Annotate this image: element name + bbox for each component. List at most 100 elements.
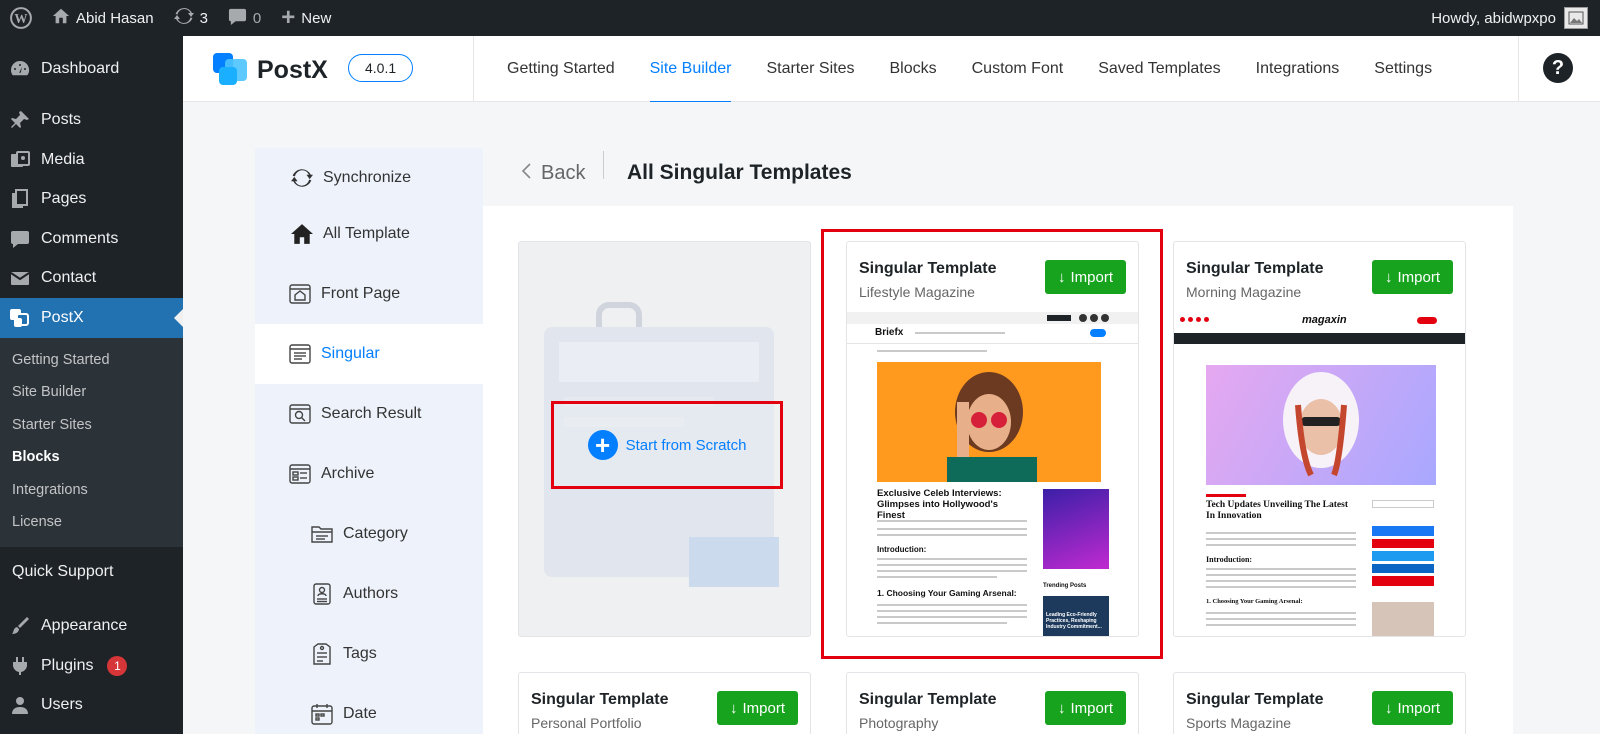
sidebar-item-search-result[interactable]: Search Result: [255, 384, 483, 444]
import-button[interactable]: ↓ Import: [717, 691, 798, 725]
admin-bar: W Abid Hasan 3 0 + New Howdy, abidwpxpo: [0, 0, 1600, 36]
menu-media[interactable]: Media: [0, 140, 183, 180]
tab-blocks[interactable]: Blocks: [889, 36, 936, 102]
submenu-license[interactable]: License: [0, 506, 183, 539]
template-preview-morning: magaxin Tech Updates Unveiling The Lates…: [1174, 312, 1465, 636]
menu-postx-label: PostX: [41, 308, 84, 326]
header-divider: [473, 36, 474, 102]
template-card-photography[interactable]: Singular Template Photography ↓ Import: [846, 672, 1139, 734]
menu-appearance-label: Appearance: [41, 617, 128, 635]
sidebar-item-date[interactable]: Date: [255, 684, 483, 734]
import-button[interactable]: ↓ Import: [1372, 260, 1453, 294]
tag-icon: [311, 643, 333, 665]
menu-pages[interactable]: Pages: [0, 180, 183, 220]
start-from-scratch-card[interactable]: + Start from Scratch: [518, 241, 811, 637]
sidebar-item-all-template[interactable]: All Template: [255, 204, 483, 264]
menu-posts[interactable]: Posts: [0, 101, 183, 141]
template-card-sports-magazine[interactable]: Singular Template Sports Magazine ↓ Impo…: [1173, 672, 1466, 734]
menu-comments[interactable]: Comments: [0, 219, 183, 259]
help-divider: [1518, 36, 1519, 102]
back-button[interactable]: Back: [521, 153, 585, 193]
postx-logo[interactable]: PostX: [213, 53, 328, 87]
plus-icon: +: [281, 4, 296, 31]
pushpin-icon: [9, 109, 31, 131]
sidebar-item-tags[interactable]: Tags: [255, 624, 483, 684]
menu-contact-label: Contact: [41, 269, 97, 287]
wordpress-logo-icon[interactable]: W: [0, 0, 42, 36]
help-icon[interactable]: ?: [1543, 53, 1573, 83]
tab-custom-font[interactable]: Custom Font: [972, 36, 1064, 102]
template-card-personal-portfolio[interactable]: Singular Template Personal Portfolio ↓ I…: [518, 672, 811, 734]
menu-dashboard-label: Dashboard: [41, 59, 120, 77]
menu-appearance[interactable]: Appearance: [0, 607, 183, 647]
postx-logo-text: PostX: [257, 55, 328, 84]
menu-users-label: Users: [41, 696, 83, 714]
admin-menu: Dashboard Posts Media Pages Comments Con…: [0, 36, 183, 734]
sidebar-item-front-page[interactable]: Front Page: [255, 264, 483, 324]
author-icon: [311, 583, 333, 605]
sidebar-item-authors[interactable]: Authors: [255, 564, 483, 624]
postx-icon: [9, 307, 31, 329]
comments-link[interactable]: 0: [218, 0, 271, 36]
chevron-left-icon: [521, 162, 533, 185]
tab-site-builder[interactable]: Site Builder: [649, 36, 731, 103]
sidebar-item-category[interactable]: Category: [255, 504, 483, 564]
menu-plugins[interactable]: Plugins 1: [0, 646, 183, 686]
howdy-text: Howdy, abidwpxpo: [1431, 9, 1556, 27]
sidebar-label-singular: Singular: [321, 345, 380, 362]
start-from-scratch-button[interactable]: + Start from Scratch: [551, 401, 783, 489]
menu-dashboard[interactable]: Dashboard: [0, 49, 183, 89]
users-icon: [9, 694, 31, 716]
folder-icon: [311, 523, 333, 545]
submenu-starter-sites[interactable]: Starter Sites: [0, 409, 183, 442]
my-account[interactable]: Howdy, abidwpxpo: [1431, 7, 1600, 29]
import-button[interactable]: ↓ Import: [1372, 691, 1453, 725]
comments-count: 0: [252, 9, 262, 27]
import-button[interactable]: ↓ Import: [1045, 691, 1126, 725]
site-name-link[interactable]: Abid Hasan: [42, 0, 164, 36]
card-subtitle: Morning Magazine: [1186, 284, 1302, 300]
submenu-integrations[interactable]: Integrations: [0, 474, 183, 507]
quick-support-link[interactable]: Quick Support: [0, 546, 183, 597]
comments-icon: [9, 228, 31, 250]
comment-bubble-icon: [228, 7, 247, 30]
page-title: All Singular Templates: [627, 161, 852, 184]
submenu-getting-started[interactable]: Getting Started: [0, 344, 183, 377]
submenu-blocks[interactable]: Blocks: [0, 441, 183, 474]
tab-settings[interactable]: Settings: [1374, 36, 1432, 102]
plus-circle-icon: +: [587, 430, 618, 460]
tab-starter-sites[interactable]: Starter Sites: [766, 36, 854, 102]
sidebar-label-front-page: Front Page: [321, 285, 401, 302]
card-title: Singular Template: [531, 691, 669, 708]
menu-users[interactable]: Users: [0, 686, 183, 726]
arrow-down-icon: ↓: [1384, 699, 1393, 717]
new-content-link[interactable]: + New: [271, 0, 341, 36]
sidebar-label-date: Date: [343, 705, 377, 722]
card-subtitle: Sports Magazine: [1186, 715, 1292, 731]
menu-postx[interactable]: PostX: [0, 298, 183, 338]
template-card-morning-magazine[interactable]: Singular Template Morning Magazine ↓ Imp…: [1173, 241, 1466, 637]
tab-integrations[interactable]: Integrations: [1256, 36, 1340, 102]
tab-saved-templates[interactable]: Saved Templates: [1098, 36, 1220, 102]
submenu-site-builder[interactable]: Site Builder: [0, 376, 183, 409]
menu-pages-label: Pages: [41, 190, 87, 208]
arrow-down-icon: ↓: [1057, 699, 1066, 717]
plugin-icon: [9, 655, 31, 677]
sidebar-item-synchronize[interactable]: Synchronize: [255, 148, 483, 208]
menu-media-label: Media: [41, 150, 85, 168]
front-page-icon: [289, 283, 311, 305]
menu-contact[interactable]: Contact: [0, 259, 183, 299]
content-area: Synchronize All Template Front Page Sing…: [183, 102, 1600, 734]
tab-getting-started[interactable]: Getting Started: [507, 36, 615, 102]
updates-link[interactable]: 3: [164, 0, 218, 36]
sidebar-label-search-result: Search Result: [321, 405, 422, 422]
import-label: Import: [742, 699, 785, 717]
card-subtitle: Photography: [859, 715, 939, 731]
sidebar-item-singular[interactable]: Singular: [255, 324, 483, 384]
sidebar-item-archive[interactable]: Archive: [255, 444, 483, 504]
arrow-down-icon: ↓: [729, 699, 738, 717]
preview-intro: Introduction:: [1206, 555, 1253, 564]
avatar: [1564, 7, 1588, 29]
preview-section: 1. Choosing Your Gaming Arsenal:: [1206, 598, 1303, 605]
sync-icon: [291, 167, 313, 189]
